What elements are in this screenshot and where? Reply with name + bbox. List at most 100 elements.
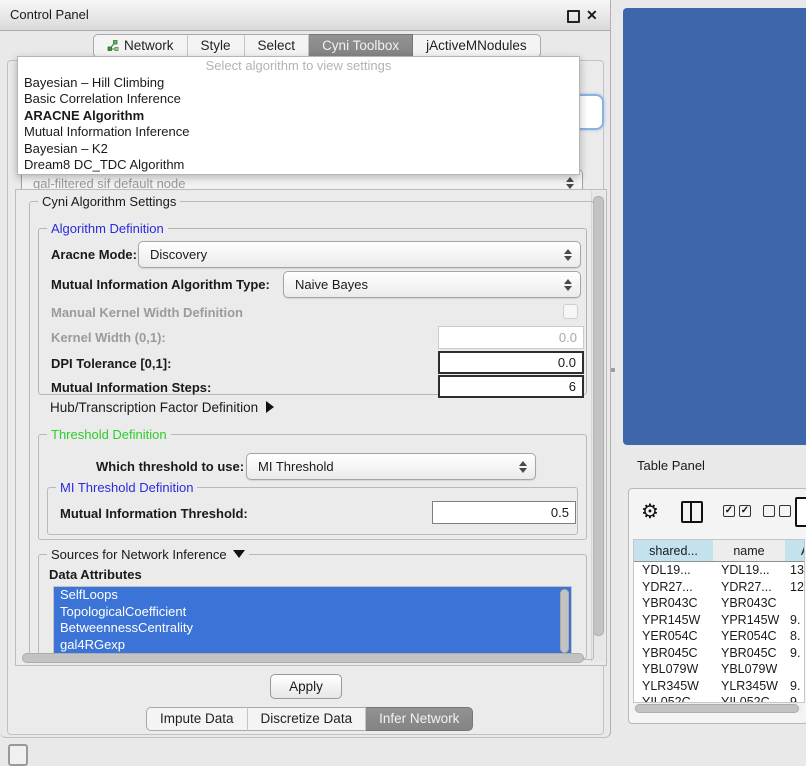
table-cell: 13 bbox=[785, 562, 805, 579]
algorithm-dropdown-popup: Select algorithm to view settings Bayesi… bbox=[17, 56, 580, 175]
table-cell: YDR27... bbox=[634, 579, 713, 596]
mi-threshold-field[interactable]: 0.5 bbox=[432, 501, 576, 524]
gear-icon[interactable]: ⚙ bbox=[641, 499, 659, 524]
control-panel-title: Control Panel bbox=[10, 0, 89, 30]
cyni-settings-legend: Cyni Algorithm Settings bbox=[38, 194, 180, 209]
combo-spinner-icon bbox=[519, 461, 527, 473]
tab-network[interactable]: Network bbox=[93, 34, 188, 58]
dpi-tolerance-field[interactable]: 0.0 bbox=[438, 351, 584, 374]
tab-discretize-data[interactable]: Discretize Data bbox=[248, 707, 367, 731]
table-row[interactable]: YDL19...YDL19...13 bbox=[634, 562, 804, 579]
checked-checkbox-icon[interactable]: ✓ bbox=[739, 505, 751, 517]
settings-scroll-pane: Cyni Algorithm Settings Algorithm Defini… bbox=[15, 189, 607, 666]
table-cell: YER054C bbox=[634, 628, 713, 645]
tab-style[interactable]: Style bbox=[188, 34, 245, 58]
algorithm-definition-legend: Algorithm Definition bbox=[47, 221, 168, 236]
document-icon[interactable] bbox=[795, 497, 806, 527]
table-cell: YDL19... bbox=[634, 562, 713, 579]
table-row[interactable]: YDR27...YDR27...12 bbox=[634, 579, 804, 596]
column-header-name[interactable]: name bbox=[713, 540, 786, 562]
tab-label: Impute Data bbox=[160, 708, 234, 730]
table-cell: 9. bbox=[785, 678, 805, 695]
table-cell: 9. bbox=[785, 645, 805, 662]
mi-threshold-legend: MI Threshold Definition bbox=[56, 480, 197, 495]
algorithm-option-aracne-algorithm[interactable]: ARACNE Algorithm bbox=[18, 108, 579, 124]
algorithm-option-mutual-information-inference[interactable]: Mutual Information Inference bbox=[18, 124, 579, 140]
table-cell: 9. bbox=[785, 612, 805, 629]
unchecked-checkbox-icon[interactable] bbox=[763, 505, 775, 517]
tab-label: Select bbox=[258, 35, 296, 57]
control-panel-window: Control Panel ✕ Network Style Select Cyni T… bbox=[0, 0, 611, 738]
attribute-item-topologicalcoefficient[interactable]: TopologicalCoefficient bbox=[54, 604, 571, 621]
mi-type-combo[interactable]: Naive Bayes bbox=[283, 271, 581, 298]
node-table[interactable]: shared...nameA YDL19...YDL19...13YDR27..… bbox=[633, 539, 805, 703]
network-view-frame: GALGAL80GAL10GAL1SWI4GAL11GAL4GCY1HAP4YH… bbox=[623, 8, 806, 445]
algorithm-option-dream8-dc-tdc-algorithm[interactable]: Dream8 DC_TDC Algorithm bbox=[18, 157, 579, 173]
table-cell: YPR145W bbox=[713, 612, 785, 629]
algorithm-option-bayesian-k2[interactable]: Bayesian – K2 bbox=[18, 141, 579, 157]
table-row[interactable]: YER054CYER054C8. bbox=[634, 628, 804, 645]
table-cell bbox=[785, 661, 805, 678]
table-row[interactable]: YIL052CYIL052C9. bbox=[634, 694, 804, 703]
table-cell: YBR045C bbox=[634, 645, 713, 662]
table-cell: YBL079W bbox=[634, 661, 713, 678]
checked-checkbox-icon[interactable]: ✓ bbox=[723, 505, 735, 517]
unchecked-checkbox-icon[interactable] bbox=[779, 505, 791, 517]
dpi-tolerance-label: DPI Tolerance [0,1]: bbox=[51, 356, 171, 371]
which-threshold-value: MI Threshold bbox=[258, 454, 334, 479]
tab-select[interactable]: Select bbox=[245, 34, 310, 58]
table-cell: YDR27... bbox=[713, 579, 785, 596]
collapsed-arrow-icon bbox=[266, 401, 274, 413]
sources-group: Sources for Network Inference Data Attri… bbox=[38, 554, 587, 659]
table-row[interactable]: YBR045CYBR045C9. bbox=[634, 645, 804, 662]
table-cell: 9. bbox=[785, 694, 805, 703]
minimized-panel-icon[interactable] bbox=[8, 744, 28, 766]
split-columns-icon[interactable] bbox=[681, 501, 703, 523]
table-cell: YIL052C bbox=[713, 694, 785, 703]
tab-label: Network bbox=[124, 35, 174, 57]
table-row[interactable]: YBL079WYBL079W bbox=[634, 661, 804, 678]
tab-cyni-toolbox[interactable]: Cyni Toolbox bbox=[309, 34, 413, 58]
threshold-definition-group: Threshold Definition Which threshold to … bbox=[38, 434, 587, 540]
tab-label: Cyni Toolbox bbox=[322, 35, 399, 57]
table-row[interactable]: YPR145WYPR145W9. bbox=[634, 612, 804, 629]
attribute-item-selfloops[interactable]: SelfLoops bbox=[54, 587, 571, 604]
table-row[interactable]: YBR043CYBR043C bbox=[634, 595, 804, 612]
apply-button[interactable]: Apply bbox=[270, 674, 342, 699]
float-window-icon[interactable] bbox=[567, 10, 580, 23]
tab-infer-network[interactable]: Infer Network bbox=[366, 707, 473, 731]
hub-factor-section[interactable]: Hub/Transcription Factor Definition bbox=[50, 400, 274, 415]
aracne-mode-combo[interactable]: Discovery bbox=[138, 241, 581, 268]
panel-divider-grip[interactable] bbox=[611, 368, 615, 372]
which-threshold-combo[interactable]: MI Threshold bbox=[246, 453, 536, 480]
control-panel-titlebar: Control Panel ✕ bbox=[0, 0, 610, 31]
control-panel-tabbar: Network Style Select Cyni Toolbox jActiveMNo… bbox=[93, 34, 541, 58]
tab-impute-data[interactable]: Impute Data bbox=[146, 707, 248, 731]
table-row[interactable]: YLR345WYLR345W9. bbox=[634, 678, 804, 695]
column-header-a[interactable]: A bbox=[785, 540, 805, 562]
algorithm-popup-placeholder: Select algorithm to view settings bbox=[18, 57, 579, 75]
column-header-shared[interactable]: shared... bbox=[634, 540, 714, 562]
table-horizontal-scrollbar[interactable] bbox=[633, 703, 803, 713]
settings-horizontal-scrollbar[interactable] bbox=[20, 652, 590, 663]
algorithm-option-basic-correlation-inference[interactable]: Basic Correlation Inference bbox=[18, 91, 579, 107]
combo-spinner-icon bbox=[564, 279, 572, 291]
which-threshold-label: Which threshold to use: bbox=[96, 459, 244, 474]
attribute-item-gal4rgexp[interactable]: gal4RGexp bbox=[54, 637, 571, 654]
data-attributes-list[interactable]: SelfLoopsTopologicalCoefficientBetweenne… bbox=[53, 586, 572, 658]
algorithm-option-bayesian-hill-climbing[interactable]: Bayesian – Hill Climbing bbox=[18, 75, 579, 91]
kernel-width-field[interactable]: 0.0 bbox=[438, 326, 584, 349]
tab-jactivemnodules[interactable]: jActiveMNodules bbox=[413, 34, 541, 58]
network-icon bbox=[107, 40, 119, 52]
bottom-tabbar: Impute Data Discretize DataInfer Network bbox=[146, 707, 473, 731]
sources-legend[interactable]: Sources for Network Inference bbox=[47, 547, 249, 562]
attribute-item-betweennesscentrality[interactable]: BetweennessCentrality bbox=[54, 620, 571, 637]
manual-kernel-checkbox[interactable] bbox=[563, 304, 578, 319]
mi-steps-field[interactable]: 6 bbox=[438, 375, 584, 398]
attributes-vertical-scrollbar[interactable] bbox=[560, 589, 569, 653]
mi-threshold-group: MI Threshold Definition Mutual Informati… bbox=[47, 487, 578, 535]
expanded-arrow-icon bbox=[233, 550, 245, 558]
algorithm-definition-group: Algorithm Definition Aracne Mode: Discov… bbox=[38, 228, 587, 395]
table-cell: YER054C bbox=[713, 628, 785, 645]
close-icon[interactable]: ✕ bbox=[586, 6, 598, 24]
